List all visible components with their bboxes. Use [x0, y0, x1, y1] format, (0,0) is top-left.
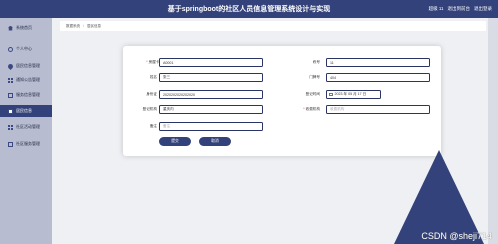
door-field[interactable]: 404 — [326, 73, 430, 82]
sidebar-item-label: 系统首页 — [16, 25, 32, 30]
building-label: 栋号 — [312, 60, 320, 64]
user-label: 超级 11 — [428, 6, 444, 11]
top-bar: 基于springboot的社区人员信息管理系统设计与实现 超级 11 退出到前台… — [0, 0, 498, 18]
grid-icon — [8, 77, 13, 83]
sidebar-item-label: 居民信息管理 — [16, 63, 40, 68]
register-org-field[interactable]: 重庆内 — [159, 105, 263, 114]
door-label: 门牌号 — [309, 75, 320, 79]
doc-icon — [8, 141, 13, 147]
name-field[interactable]: 张三 — [159, 73, 263, 82]
sidebar-item-label: 服务信息管理 — [16, 92, 40, 97]
remark-label: 备注 — [149, 124, 157, 128]
sidebar-item-label: 通知公告管理 — [16, 77, 40, 82]
sidebar-item-home[interactable]: 系统首页 — [0, 22, 52, 34]
name-label: 姓名 — [149, 75, 157, 79]
grid-icon — [8, 124, 13, 130]
sidebar-item-notice[interactable]: 通知公告管理 — [0, 74, 52, 86]
id-card-label: 身份证 — [146, 92, 157, 96]
sidebar-item-label: 社区服务管理 — [16, 141, 40, 146]
user-menu: 超级 11 退出到前台 退出登录 — [429, 6, 492, 12]
breadcrumb-separator: / — [83, 24, 84, 28]
app-title: 基于springboot的社区人员信息管理系统设计与实现 — [167, 6, 331, 13]
sidebar-item-profile[interactable]: 个人中心 — [0, 43, 52, 55]
remark-field[interactable]: 备注 — [159, 122, 263, 131]
breadcrumb-current: 居民信息 — [86, 23, 101, 28]
receive-org-field[interactable]: 收费机构 — [326, 105, 430, 114]
sidebar-item-service[interactable]: 服务信息管理 — [0, 89, 52, 101]
breadcrumb-home[interactable]: 数据系统 — [66, 24, 80, 29]
house-icon — [8, 25, 13, 31]
house-no-label: * 房屋卡号 — [146, 60, 163, 64]
cancel-button[interactable]: 取消 — [199, 137, 231, 146]
register-org-label: 登记机构 — [142, 107, 157, 111]
doc-icon — [8, 108, 13, 114]
decorative-triangle — [394, 150, 484, 244]
sidebar-item-label: 居民信息 — [16, 108, 32, 113]
sidebar-item-community-service[interactable]: 社区服务管理 — [0, 138, 52, 150]
sidebar-item-resident[interactable]: 居民信息 — [0, 105, 52, 117]
receive-org-label: * 收费机构 — [303, 107, 320, 111]
sidebar: 系统首页 个人中心 居民信息管理 通知公告管理 服务信息管理 居民信息 社区活动… — [0, 18, 52, 244]
id-card-field[interactable]: 2020202020202020 — [159, 90, 263, 99]
register-time-label: 登记时间 — [305, 92, 320, 96]
logout-link[interactable]: 退出登录 — [474, 6, 492, 12]
building-field[interactable]: 11 — [326, 58, 430, 67]
submit-button[interactable]: 提交 — [159, 137, 191, 146]
register-time-picker[interactable]: 2023 年 05 月 17 日 — [326, 90, 381, 99]
pin-icon — [6, 62, 15, 70]
sidebar-item-resident-manage[interactable]: 居民信息管理 — [0, 60, 52, 72]
sidebar-item-label: 个人中心 — [16, 46, 32, 51]
sidebar-item-label: 社区活动管理 — [16, 124, 40, 129]
house-no-field[interactable]: A0001 — [159, 58, 263, 67]
back-home-link[interactable]: 退出到前台 — [448, 6, 471, 12]
watermark: CSDN @sheji714 — [421, 231, 492, 241]
scrollbar-track[interactable] — [488, 18, 498, 244]
breadcrumb: 数据系统 / 居民信息 — [60, 21, 486, 31]
doc-icon — [8, 92, 13, 98]
sidebar-item-activity[interactable]: 社区活动管理 — [0, 121, 52, 133]
form-panel: * 房屋卡号 A0001 栋号 11 姓名 张三 门牌号 404 身份证 202… — [123, 46, 441, 156]
calendar-icon — [329, 92, 333, 97]
user-icon — [8, 46, 13, 52]
